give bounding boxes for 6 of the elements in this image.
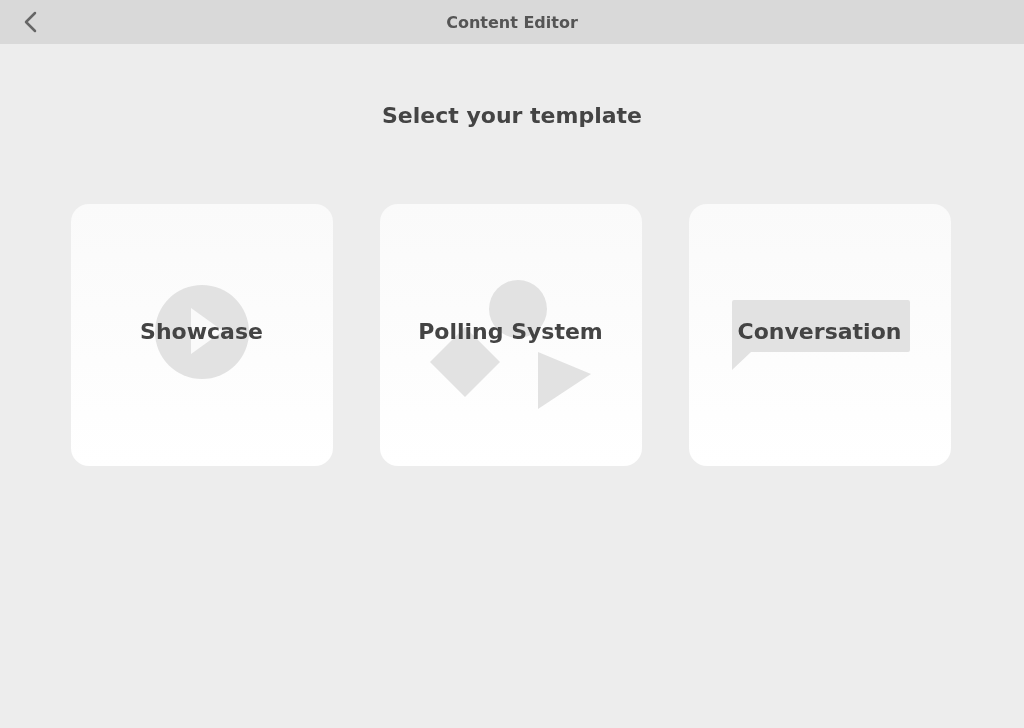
template-card[interactable]: Showcase [70, 204, 333, 466]
template-card[interactable]: Polling System [379, 204, 642, 466]
back-icon [23, 11, 37, 33]
window-title: Content Editor [446, 12, 578, 32]
template-card[interactable]: Conversation [688, 204, 951, 466]
page-heading: Select your template [381, 102, 643, 130]
